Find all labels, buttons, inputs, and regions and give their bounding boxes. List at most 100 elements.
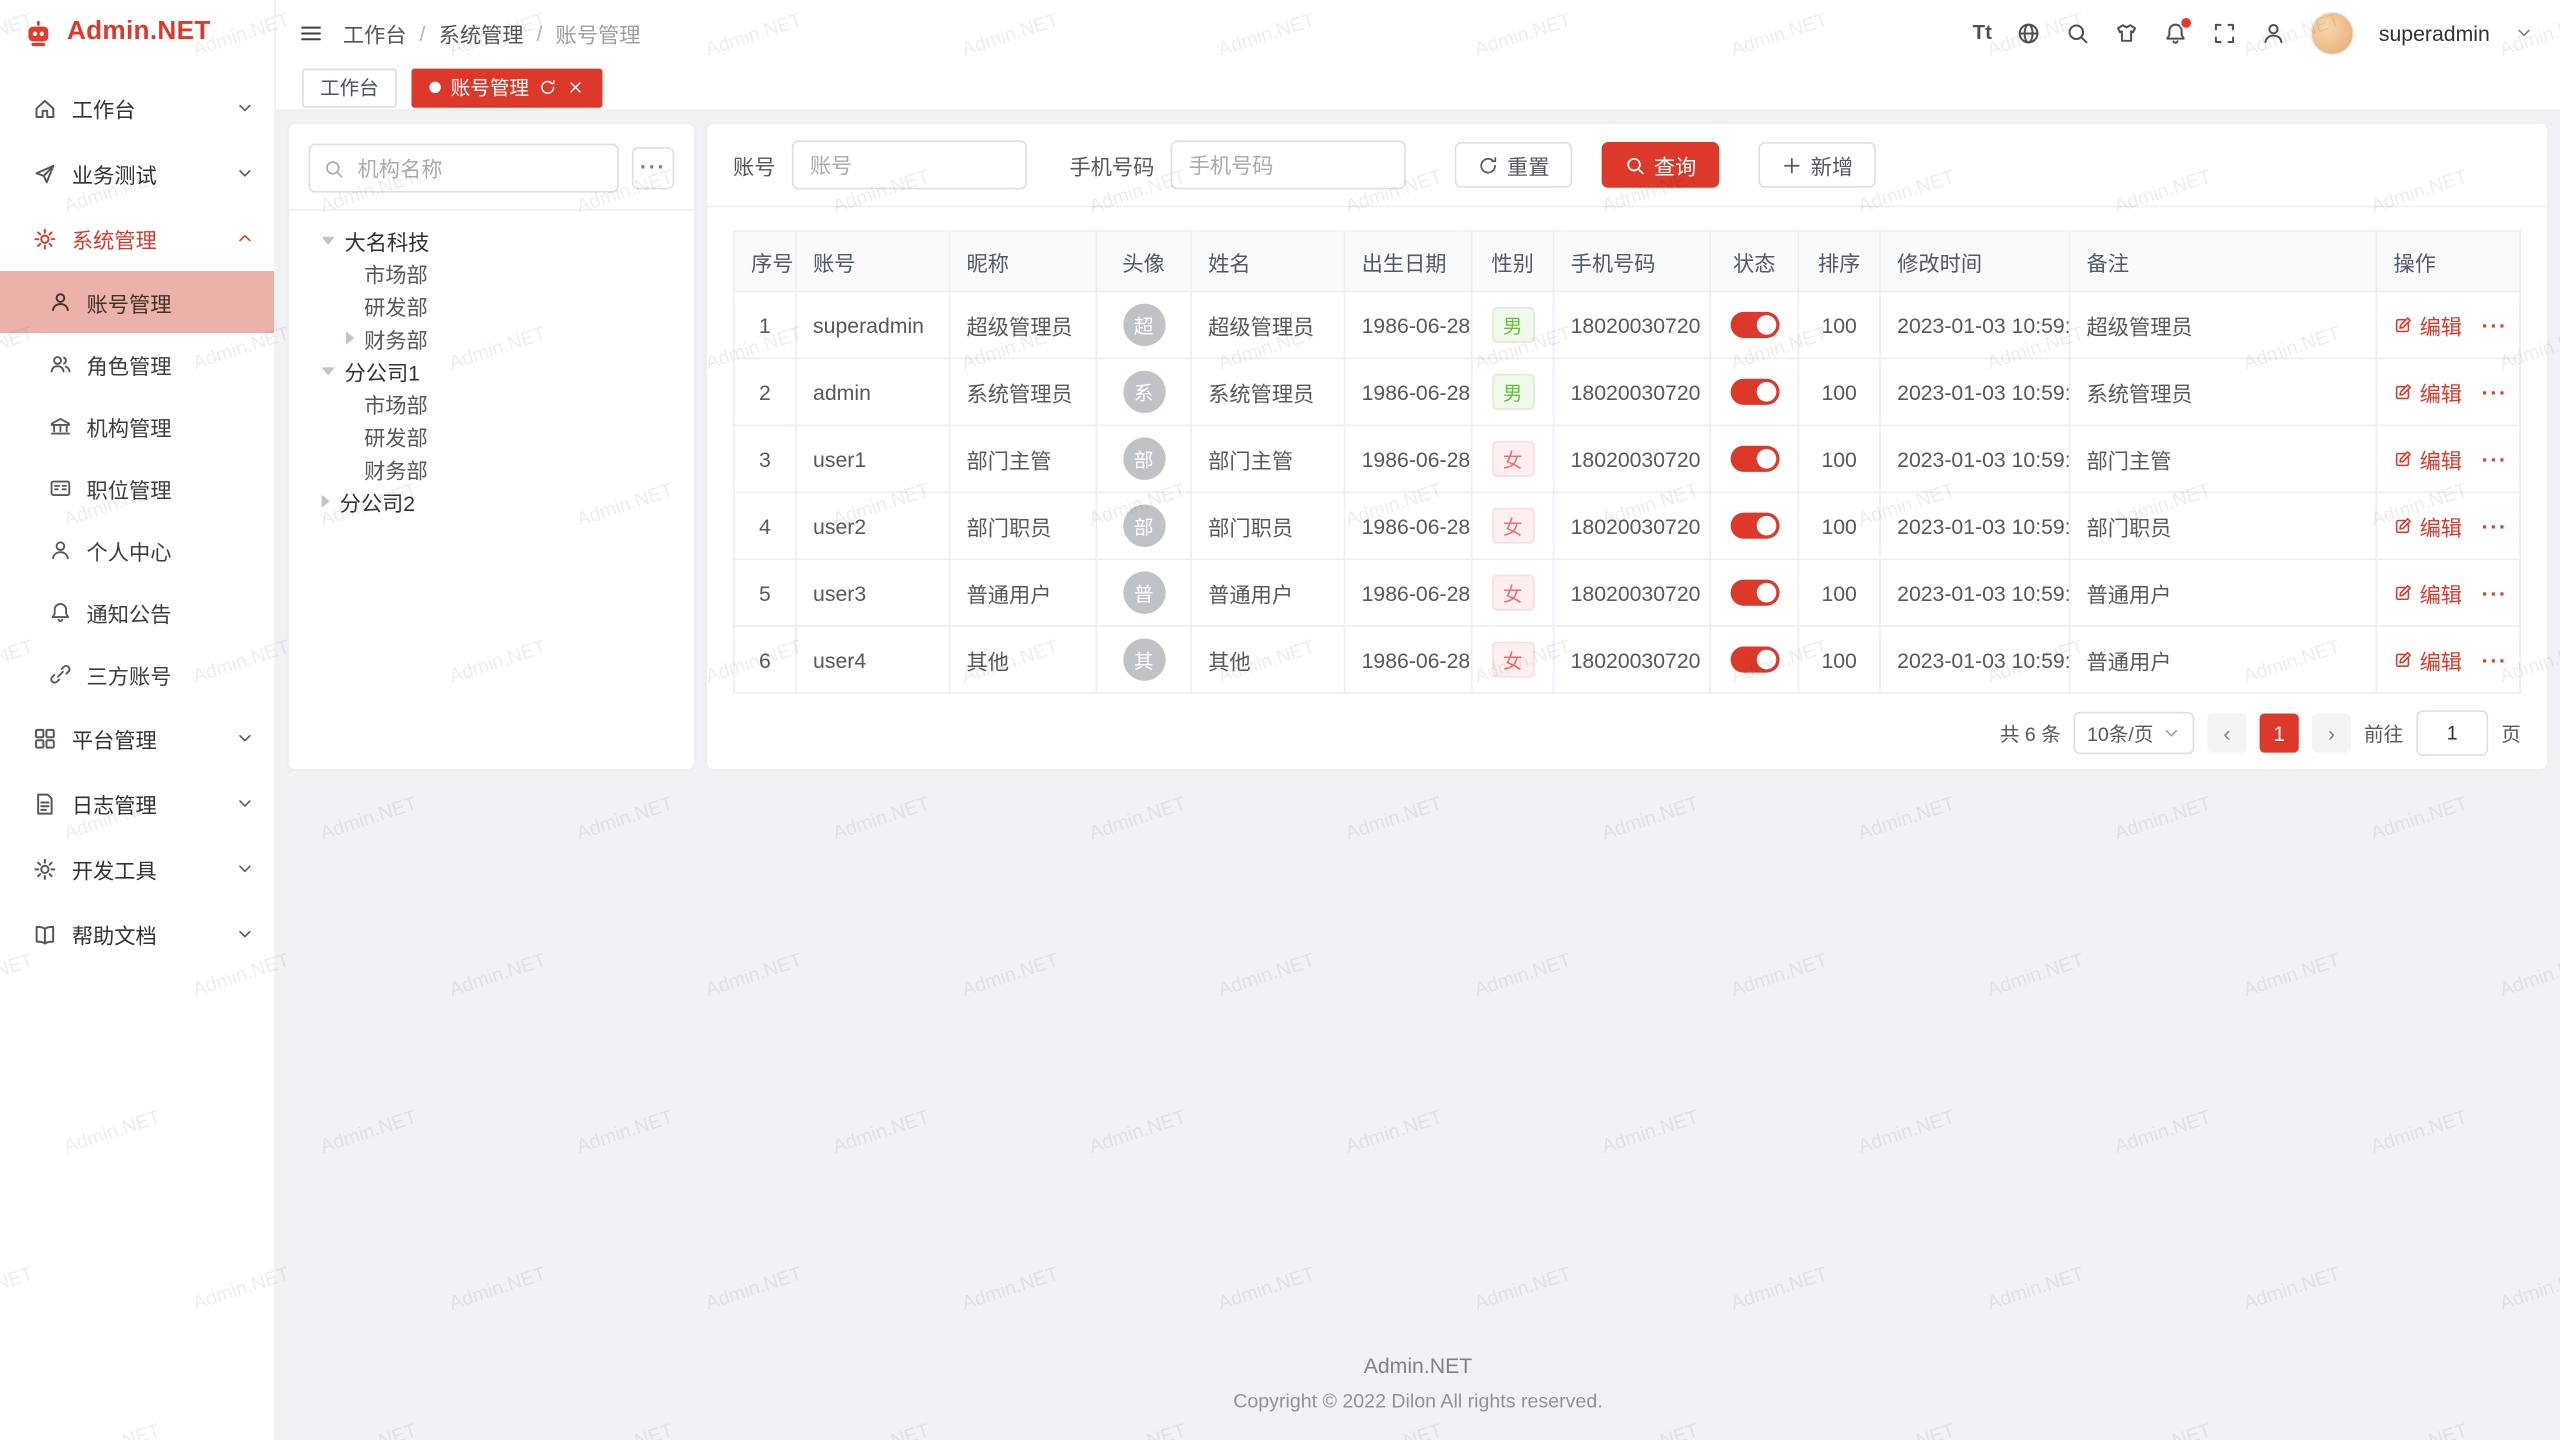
table-row: 1 superadmin 超级管理员 超 超级管理员 1986-06-28 男 … — [734, 291, 2520, 358]
sidebar-item-org-management[interactable]: 机构管理 — [0, 395, 274, 457]
tab-close-icon[interactable] — [567, 78, 585, 96]
row-avatar: 其 — [1122, 638, 1164, 680]
username[interactable]: superadmin — [2379, 20, 2490, 44]
tab-account-management[interactable]: 账号管理 — [411, 68, 602, 107]
tab-workbench[interactable]: 工作台 — [302, 68, 397, 107]
reset-button[interactable]: 重置 — [1455, 142, 1573, 188]
sidebar-item-help-docs[interactable]: 帮助文档 — [0, 901, 274, 966]
phone-input[interactable] — [1171, 140, 1406, 189]
breadcrumb-system-management[interactable]: 系统管理 — [439, 17, 524, 48]
user-avatar[interactable] — [2310, 11, 2354, 55]
sidebar-item-log-management[interactable]: 日志管理 — [0, 771, 274, 836]
sidebar-item-personal-center[interactable]: 个人中心 — [0, 519, 274, 581]
edit-button[interactable]: 编辑 — [2393, 510, 2462, 541]
status-toggle[interactable] — [1730, 580, 1779, 606]
language-icon[interactable] — [2016, 20, 2040, 44]
page-size-select[interactable]: 10条/页 — [2074, 712, 2194, 754]
tree-node-branch2[interactable]: 分公司2 — [309, 485, 675, 518]
tree-node-dept[interactable]: 市场部 — [309, 387, 675, 420]
sidebar-item-position-management[interactable]: 职位管理 — [0, 457, 274, 519]
search-icon[interactable] — [2065, 20, 2089, 44]
theme-icon[interactable] — [2114, 20, 2138, 44]
sidebar-item-third-party-account[interactable]: 三方账号 — [0, 643, 274, 705]
prev-page-button[interactable]: ‹ — [2207, 713, 2246, 752]
grid-icon — [33, 726, 57, 750]
fullscreen-icon[interactable] — [2212, 20, 2236, 44]
notification-bell-icon[interactable] — [2163, 20, 2187, 44]
edit-button[interactable]: 编辑 — [2393, 376, 2462, 407]
page-number-button[interactable]: 1 — [2260, 713, 2299, 752]
cell-actions: 编辑 ··· — [2376, 559, 2520, 626]
edit-button[interactable]: 编辑 — [2393, 577, 2462, 608]
status-toggle[interactable] — [1730, 379, 1779, 405]
cell-modified: 2023-01-03 10:59:44 — [1880, 626, 2069, 693]
table-header-row: 序号 账号 昵称 头像 姓名 出生日期 性别 手机号码 状态 排序 — [734, 231, 2520, 291]
cell-modified: 2023-01-03 10:59:44 — [1880, 358, 2069, 425]
font-size-icon[interactable]: Tt — [1973, 21, 1992, 44]
tree-node-company[interactable]: 大名科技 — [309, 224, 675, 257]
row-more-button[interactable]: ··· — [2482, 447, 2508, 471]
account-input[interactable] — [792, 140, 1027, 189]
row-more-button[interactable]: ··· — [2482, 580, 2508, 604]
sidebar-item-label: 帮助文档 — [72, 918, 221, 949]
tree-node-dept[interactable]: 财务部 — [309, 322, 675, 355]
status-toggle[interactable] — [1730, 513, 1779, 539]
org-more-button[interactable]: ··· — [632, 147, 674, 189]
profile-icon[interactable] — [2261, 20, 2285, 44]
breadcrumb-workbench[interactable]: 工作台 — [343, 17, 407, 48]
sidebar-item-notice[interactable]: 通知公告 — [0, 581, 274, 643]
status-toggle[interactable] — [1730, 647, 1779, 673]
edit-icon — [2393, 315, 2413, 335]
chevron-down-icon — [235, 98, 255, 118]
col-gender: 性别 — [1472, 231, 1554, 291]
caret-down-icon[interactable] — [322, 367, 335, 375]
tree-node-dept[interactable]: 市场部 — [309, 256, 675, 289]
tree-node-dept[interactable]: 研发部 — [309, 289, 675, 322]
cell-actions: 编辑 ··· — [2376, 626, 2520, 693]
row-more-button[interactable]: ··· — [2482, 380, 2508, 404]
breadcrumb-separator: / — [537, 20, 543, 44]
goto-page-input[interactable] — [2416, 710, 2488, 756]
status-toggle[interactable] — [1730, 312, 1779, 338]
notification-badge — [2180, 16, 2193, 29]
search-button[interactable]: 查询 — [1602, 142, 1720, 188]
divider — [289, 209, 694, 211]
status-toggle[interactable] — [1730, 446, 1779, 472]
row-more-button[interactable]: ··· — [2482, 647, 2508, 671]
cell-modified: 2023-01-03 10:59:44 — [1880, 492, 2069, 559]
logo[interactable]: Admin.NET — [0, 0, 274, 65]
row-more-button[interactable]: ··· — [2482, 513, 2508, 537]
sidebar-item-system-management[interactable]: 系统管理 — [0, 206, 274, 271]
main-column: 工作台 / 系统管理 / 账号管理 Tt superadmin 工作台 — [276, 0, 2560, 1440]
next-page-button[interactable]: › — [2312, 713, 2351, 752]
org-search-input[interactable] — [354, 154, 604, 182]
account-label: 账号 — [733, 149, 775, 180]
caret-right-icon[interactable] — [322, 495, 330, 508]
edit-button[interactable]: 编辑 — [2393, 644, 2462, 675]
sidebar-item-workbench[interactable]: 工作台 — [0, 75, 274, 140]
cell-index: 1 — [734, 291, 796, 358]
edit-button[interactable]: 编辑 — [2393, 309, 2462, 340]
add-button[interactable]: 新增 — [1758, 142, 1876, 188]
tree-node-branch1[interactable]: 分公司1 — [309, 354, 675, 387]
sidebar-item-dev-tools[interactable]: 开发工具 — [0, 836, 274, 901]
cell-gender: 女 — [1472, 492, 1554, 559]
cell-phone: 18020030720 — [1553, 291, 1710, 358]
tools-icon — [33, 856, 57, 880]
send-icon — [33, 161, 57, 185]
row-more-button[interactable]: ··· — [2482, 313, 2508, 337]
tree-node-dept[interactable]: 研发部 — [309, 420, 675, 453]
menu-collapse-button[interactable] — [299, 20, 323, 44]
edit-button[interactable]: 编辑 — [2393, 443, 2462, 474]
cell-avatar: 普 — [1096, 559, 1191, 626]
caret-right-icon[interactable] — [346, 331, 354, 344]
sidebar-item-platform-management[interactable]: 平台管理 — [0, 705, 274, 770]
sidebar-item-role-management[interactable]: 角色管理 — [0, 333, 274, 395]
chevron-down-icon — [235, 924, 255, 944]
sidebar-item-business-test[interactable]: 业务测试 — [0, 140, 274, 205]
tree-node-dept[interactable]: 财务部 — [309, 452, 675, 485]
caret-down-icon[interactable] — [322, 236, 335, 244]
tab-refresh-icon[interactable] — [539, 78, 557, 96]
sidebar-item-account-management[interactable]: 账号管理 — [0, 271, 274, 333]
user-menu-chevron-icon[interactable] — [2514, 23, 2534, 43]
